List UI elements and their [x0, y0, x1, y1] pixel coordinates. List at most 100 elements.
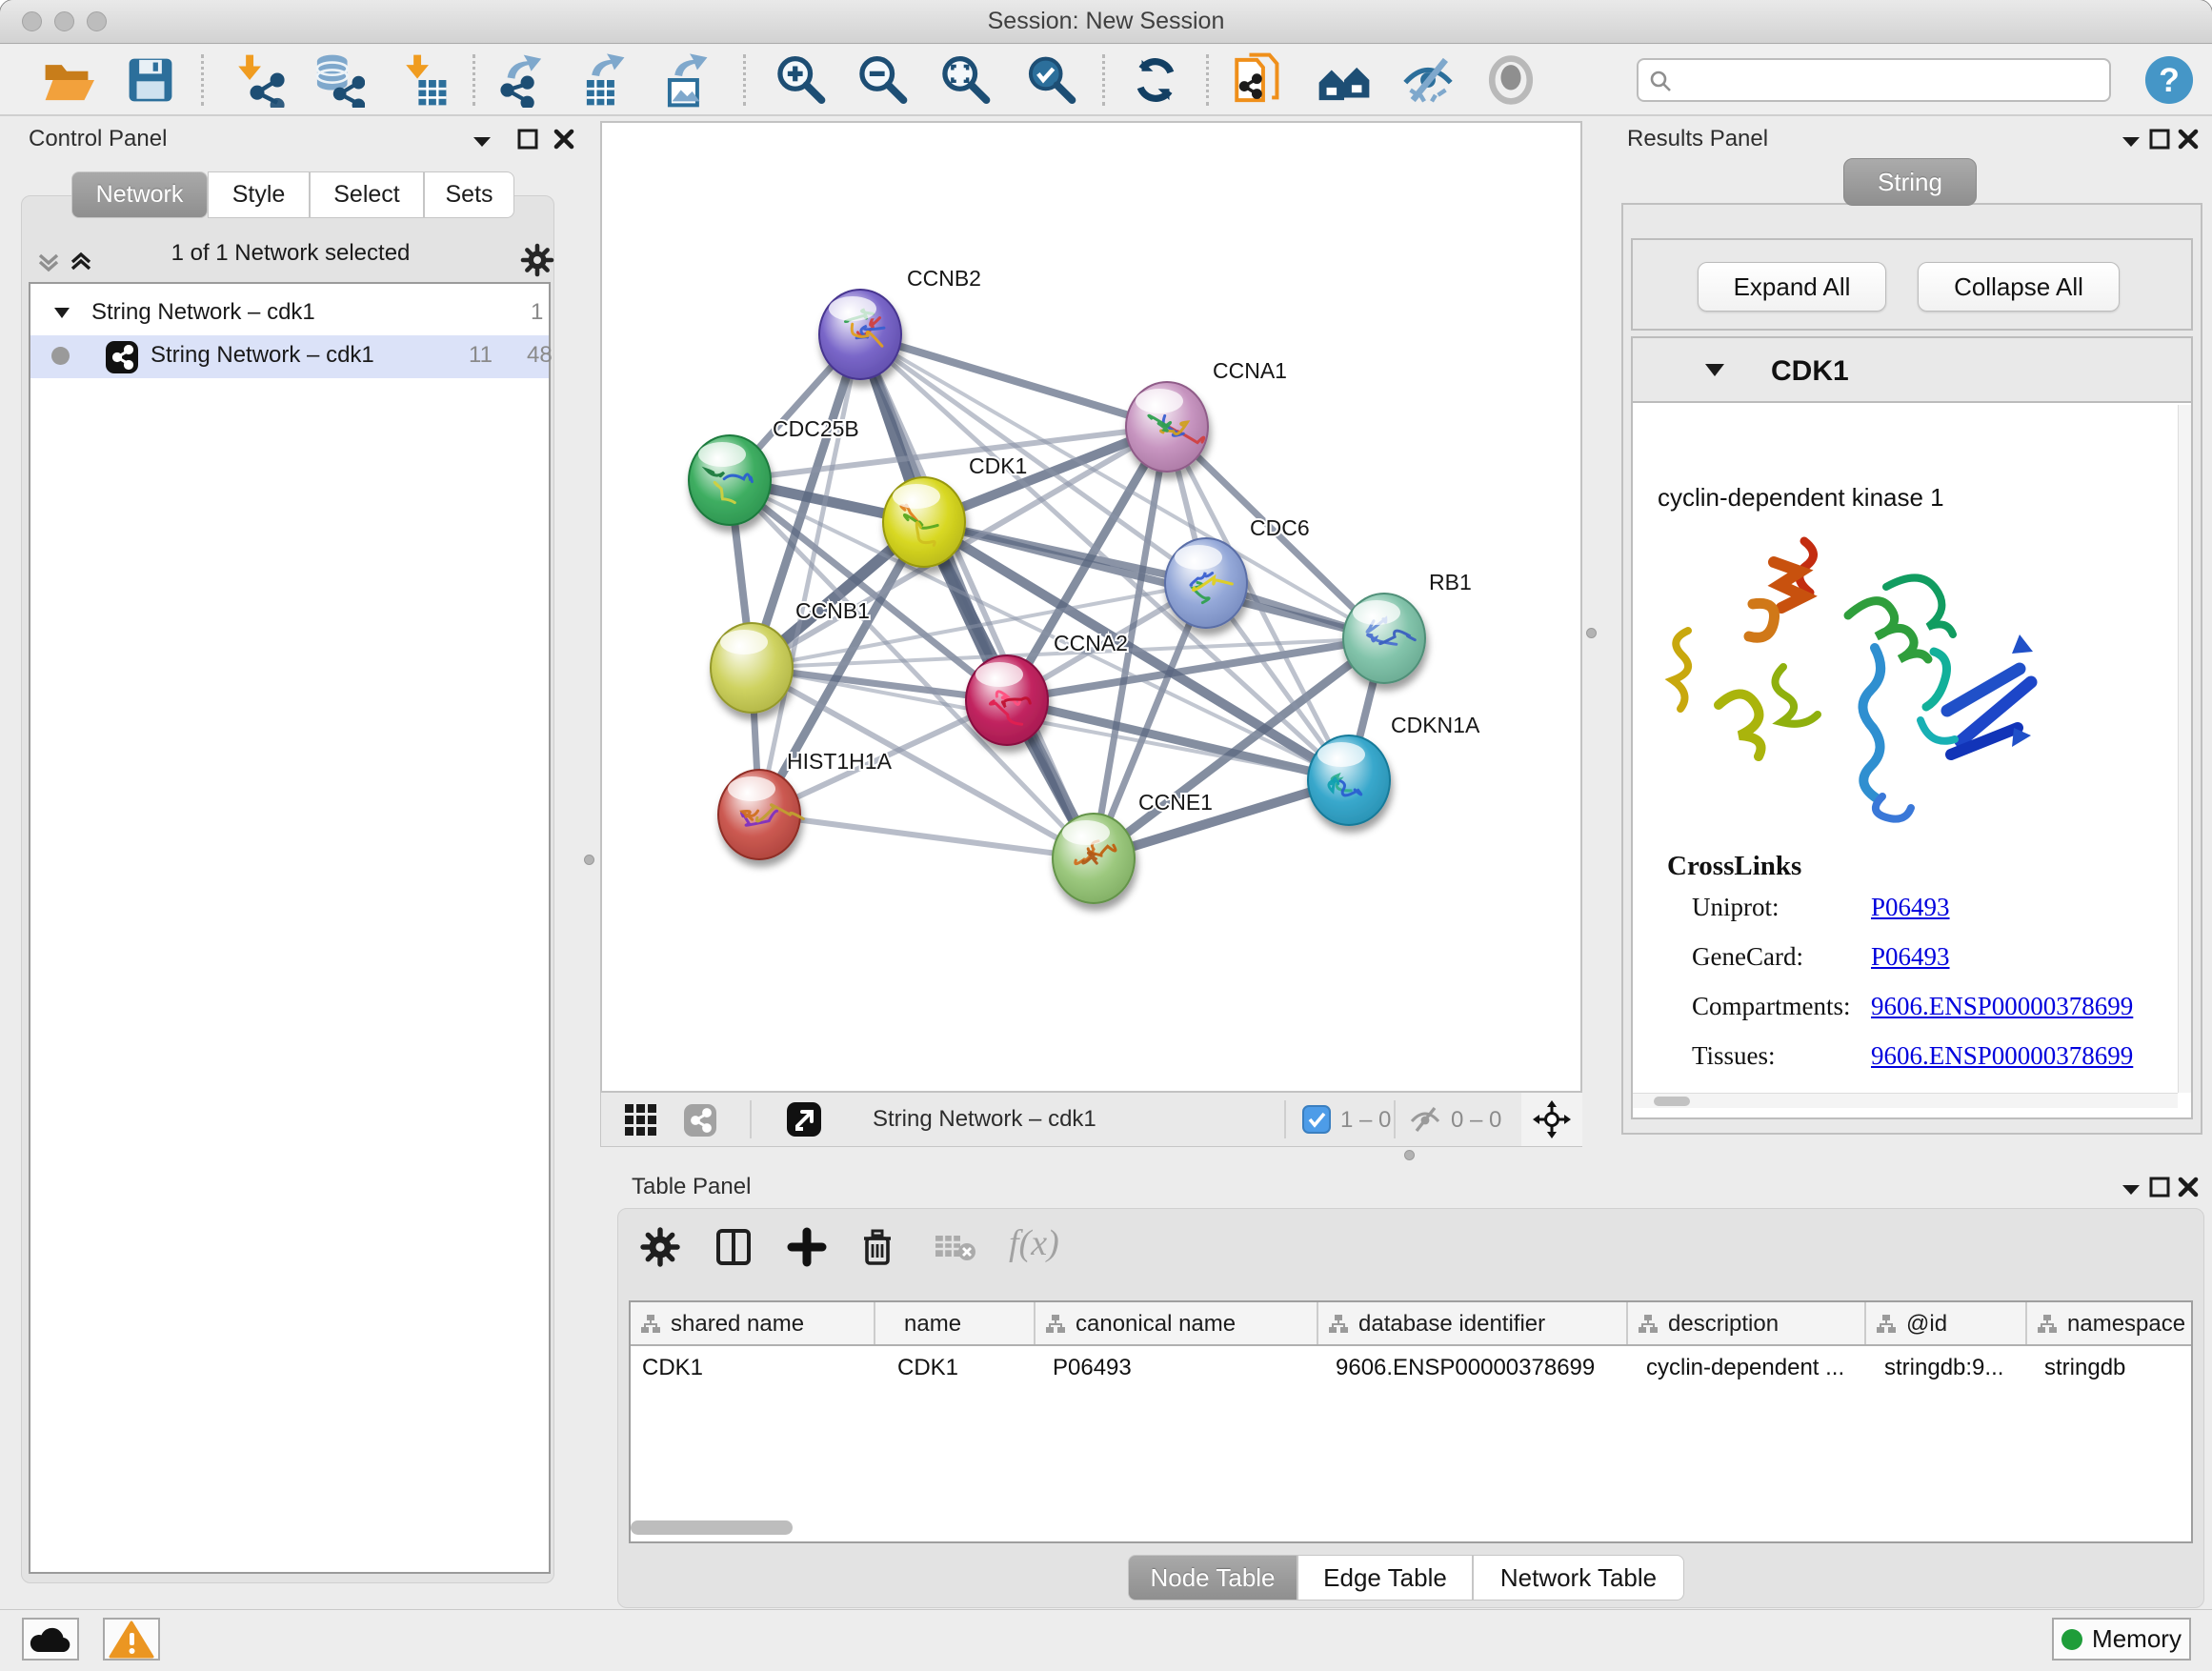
zoom-in-icon[interactable] — [773, 52, 828, 108]
column-header-shared-name[interactable]: shared name — [631, 1302, 875, 1344]
export-table-icon[interactable] — [579, 52, 634, 108]
help-icon[interactable]: ? — [2142, 52, 2197, 108]
tab-edge-table[interactable]: Edge Table — [1297, 1555, 1473, 1601]
export-image-icon[interactable] — [662, 52, 717, 108]
import-network-file-icon[interactable] — [230, 52, 285, 108]
table-cell[interactable]: stringdb:9... — [1884, 1355, 2003, 1381]
network-node-CDKN1A[interactable]: CDKN1A — [1308, 713, 1480, 825]
gene-collapse-icon[interactable] — [1704, 363, 1725, 377]
network-edge-CCNE1-CCNB2[interactable] — [860, 334, 1094, 858]
tab-node-table[interactable]: Node Table — [1128, 1555, 1297, 1601]
control-panel-title: Control Panel — [29, 126, 167, 152]
results-panel-collapse-icon[interactable] — [2121, 135, 2142, 153]
left-splitter-handle[interactable] — [584, 855, 594, 865]
network-node-CCNE1[interactable]: CCNE1 — [1053, 790, 1213, 903]
save-session-icon[interactable] — [123, 52, 178, 108]
table-cell[interactable]: CDK1 — [642, 1355, 703, 1381]
export-network-icon[interactable] — [497, 52, 553, 108]
home-networks-icon[interactable] — [1317, 52, 1372, 108]
right-splitter-handle[interactable] — [1586, 628, 1597, 638]
node-table[interactable]: shared namenamecanonical namedatabase id… — [629, 1300, 2193, 1543]
show-all-icon[interactable] — [1483, 52, 1538, 108]
collapse-all-button[interactable]: Collapse All — [1918, 262, 2120, 312]
network-edge-CCNE1-HIST1H1A[interactable] — [759, 815, 1094, 858]
cloud-status-button[interactable] — [22, 1618, 79, 1661]
table-gear-icon[interactable] — [639, 1226, 681, 1273]
network-edge-CCNB2-CCNA1[interactable] — [860, 334, 1167, 427]
results-panel-float-icon[interactable] — [2148, 128, 2171, 155]
network-node-RB1[interactable]: RB1 — [1343, 570, 1472, 683]
warnings-button[interactable] — [103, 1618, 160, 1661]
results-panel-close-icon[interactable] — [2177, 128, 2200, 155]
crosslink-value-link[interactable]: 9606.ENSP00000378699 — [1871, 1041, 2133, 1071]
column-header-name[interactable]: name — [875, 1302, 1036, 1344]
control-panel-collapse-icon[interactable] — [472, 135, 493, 153]
import-network-database-icon[interactable] — [310, 52, 365, 108]
expand-all-networks-icon[interactable] — [69, 250, 93, 279]
tab-sets[interactable]: Sets — [424, 171, 514, 218]
expand-all-button[interactable]: Expand All — [1698, 262, 1886, 312]
control-panel-float-icon[interactable] — [516, 128, 539, 155]
table-cell[interactable]: CDK1 — [897, 1355, 958, 1381]
hidden-eye-slash-icon[interactable] — [1409, 1105, 1441, 1138]
selected-checkbox-icon[interactable] — [1302, 1105, 1331, 1138]
window-title: Session: New Session — [0, 8, 2212, 35]
table-cell[interactable]: cyclin-dependent ... — [1646, 1355, 1844, 1381]
collapse-all-networks-icon[interactable] — [36, 250, 61, 279]
table-cell[interactable]: stringdb — [2044, 1355, 2125, 1381]
column-header--id[interactable]: @id — [1866, 1302, 2027, 1344]
column-header-database-identifier[interactable]: database identifier — [1318, 1302, 1628, 1344]
tab-select[interactable]: Select — [310, 171, 424, 218]
search-icon — [1648, 69, 1675, 95]
show-columns-icon[interactable] — [713, 1226, 754, 1273]
table-cell[interactable]: 9606.ENSP00000378699 — [1336, 1355, 1595, 1381]
import-table-file-icon[interactable] — [397, 52, 452, 108]
table-panel-float-icon[interactable] — [2148, 1176, 2171, 1203]
table-panel-collapse-icon[interactable] — [2121, 1183, 2142, 1201]
zoom-out-icon[interactable] — [855, 52, 910, 108]
network-node-HIST1H1A[interactable]: HIST1H1A — [718, 749, 893, 859]
grid-view-icon[interactable] — [624, 1103, 658, 1142]
table-panel-close-icon[interactable] — [2177, 1176, 2200, 1203]
tab-string[interactable]: String — [1843, 158, 1977, 206]
search-input[interactable] — [1637, 58, 2111, 102]
network-row-selected[interactable]: String Network – cdk1 11 48 — [30, 335, 549, 378]
detach-view-icon[interactable] — [786, 1101, 822, 1142]
column-header-canonical-name[interactable]: canonical name — [1036, 1302, 1318, 1344]
tab-network[interactable]: Network — [71, 171, 208, 218]
delete-column-icon[interactable] — [856, 1226, 898, 1273]
memory-button[interactable]: Memory — [2052, 1618, 2191, 1661]
birdseye-toggle-icon[interactable] — [1533, 1100, 1571, 1143]
birdseye-container — [1521, 1093, 1582, 1146]
control-panel-close-icon[interactable] — [553, 128, 575, 155]
column-header-namespace[interactable]: namespace — [2027, 1302, 2193, 1344]
open-session-icon[interactable] — [39, 52, 94, 108]
horizontal-splitter-handle[interactable] — [1404, 1150, 1415, 1160]
tree-expand-icon[interactable] — [53, 307, 70, 319]
crosslink-value-link[interactable]: P06493 — [1871, 942, 1950, 972]
network-canvas[interactable]: CCNB2CCNA1CDC25BCDK1CDC6RB1CCNB1CCNA2CDK… — [600, 121, 1582, 1093]
zoom-fit-icon[interactable] — [937, 52, 993, 108]
zoom-selected-icon[interactable] — [1023, 52, 1078, 108]
string-document-icon[interactable] — [1232, 52, 1287, 108]
tab-network-table[interactable]: Network Table — [1473, 1555, 1684, 1601]
column-header-description[interactable]: description — [1628, 1302, 1866, 1344]
network-node-CCNA1[interactable]: CCNA1 — [1126, 358, 1287, 472]
crosslink-value-link[interactable]: P06493 — [1871, 893, 1950, 922]
crosslink-value-link[interactable]: 9606.ENSP00000378699 — [1871, 992, 2133, 1021]
results-vertical-scrollbar[interactable] — [2178, 405, 2191, 1093]
scrollbar-thumb[interactable] — [1654, 1097, 1690, 1106]
results-horizontal-scrollbar[interactable] — [1633, 1093, 2178, 1108]
svg-text:?: ? — [2159, 61, 2180, 99]
network-share-view-icon[interactable] — [683, 1103, 717, 1142]
create-column-icon[interactable] — [786, 1226, 828, 1273]
network-options-gear-icon[interactable] — [520, 243, 554, 282]
tab-style[interactable]: Style — [208, 171, 310, 218]
hide-selected-icon[interactable] — [1400, 52, 1456, 108]
refresh-icon[interactable] — [1128, 52, 1183, 108]
table-horizontal-scrollbar[interactable] — [631, 1520, 793, 1535]
network-collection-row[interactable]: String Network – cdk1 1 — [30, 292, 549, 335]
table-cell[interactable]: P06493 — [1053, 1355, 1132, 1381]
gene-section-header[interactable]: CDK1 — [1633, 338, 2191, 403]
toolbar-divider — [1394, 1100, 1396, 1138]
